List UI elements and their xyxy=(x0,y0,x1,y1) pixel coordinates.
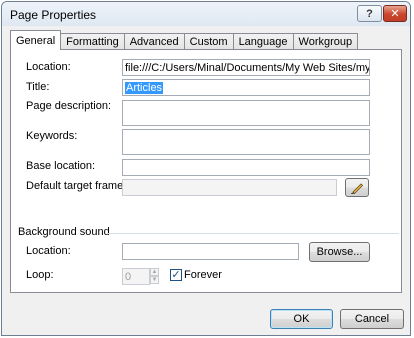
spin-down-icon: ▼ xyxy=(151,277,158,283)
page-properties-dialog: Page Properties ? ✕ General Formatting A… xyxy=(1,1,411,336)
default-target-frame-field xyxy=(122,179,337,196)
browse-button-label: Browse... xyxy=(316,246,363,258)
page-description-field[interactable] xyxy=(122,100,370,126)
help-button[interactable]: ? xyxy=(357,5,382,22)
cancel-button[interactable]: Cancel xyxy=(340,309,404,329)
location-field[interactable]: file:///C:/Users/Minal/Documents/My Web … xyxy=(122,59,370,76)
sound-location-label: Location: xyxy=(26,245,71,257)
keywords-field[interactable] xyxy=(122,129,370,155)
browse-button[interactable]: Browse... xyxy=(309,242,370,262)
page-description-label: Page description: xyxy=(26,100,111,112)
close-icon: ✕ xyxy=(390,8,400,20)
tab-custom[interactable]: Custom xyxy=(183,33,234,50)
tab-strip: General Formatting Advanced Custom Langu… xyxy=(10,30,359,50)
title-field-value: Articles xyxy=(125,82,164,94)
ok-button-label: OK xyxy=(293,313,310,325)
default-target-frame-label: Default target frame: xyxy=(26,180,127,192)
window-title: Page Properties xyxy=(10,8,97,22)
keywords-label: Keywords: xyxy=(26,130,78,142)
tab-general[interactable]: General xyxy=(10,30,62,50)
pencil-icon xyxy=(351,182,364,194)
forever-checkbox[interactable]: ✓ xyxy=(170,269,182,281)
edit-target-frame-button[interactable] xyxy=(345,178,369,197)
help-icon: ? xyxy=(366,7,373,20)
general-tab-panel: Location: file:///C:/Users/Minal/Documen… xyxy=(10,49,402,293)
background-sound-section-label: Background sound xyxy=(18,226,110,238)
sound-location-field[interactable] xyxy=(122,243,299,260)
location-label: Location: xyxy=(26,61,71,73)
ok-button[interactable]: OK xyxy=(270,309,333,329)
section-divider xyxy=(107,233,399,234)
close-button[interactable]: ✕ xyxy=(383,5,407,22)
tab-formatting[interactable]: Formatting xyxy=(60,33,125,50)
base-location-label: Base location: xyxy=(26,160,96,172)
title-field[interactable]: Articles xyxy=(122,79,370,96)
spin-up-icon: ▲ xyxy=(151,269,158,275)
title-bar[interactable]: Page Properties ? ✕ xyxy=(2,2,410,26)
cancel-button-label: Cancel xyxy=(354,313,390,325)
tab-language[interactable]: Language xyxy=(232,33,294,50)
title-label: Title: xyxy=(26,81,50,93)
loop-count-field: 0 xyxy=(122,268,150,285)
tab-advanced[interactable]: Advanced xyxy=(123,33,185,50)
loop-spin-up: ▲ xyxy=(150,268,159,276)
tab-workgroup[interactable]: Workgroup xyxy=(292,33,359,50)
loop-label: Loop: xyxy=(26,269,54,281)
base-location-field[interactable] xyxy=(122,159,370,176)
forever-label: Forever xyxy=(184,269,222,281)
loop-spin-down: ▼ xyxy=(150,276,159,284)
checkmark-icon: ✓ xyxy=(171,269,181,281)
